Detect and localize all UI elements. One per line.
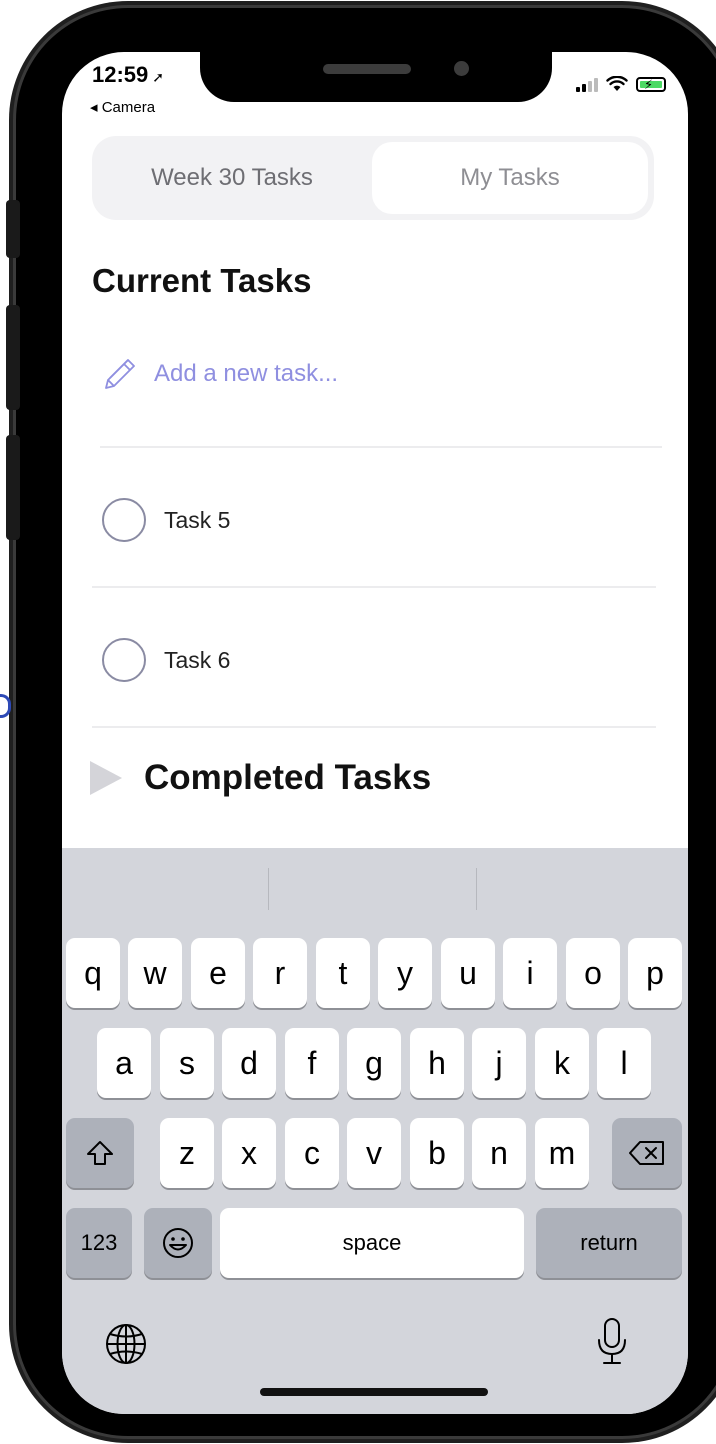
key-o[interactable]: o	[566, 938, 620, 1008]
notch	[200, 52, 552, 102]
divider	[92, 726, 656, 728]
shift-icon	[87, 1141, 113, 1165]
key-q[interactable]: q	[66, 938, 120, 1008]
key-u[interactable]: u	[441, 938, 495, 1008]
key-g[interactable]: g	[347, 1028, 401, 1098]
key-s[interactable]: s	[160, 1028, 214, 1098]
disclosure-triangle-icon	[90, 761, 122, 795]
divider	[100, 446, 662, 448]
suggestion-divider	[476, 868, 477, 910]
globe-icon[interactable]	[104, 1322, 148, 1366]
key-c[interactable]: c	[285, 1118, 339, 1188]
battery-icon: ⚡	[636, 77, 666, 92]
divider	[92, 586, 656, 588]
backspace-icon	[629, 1141, 664, 1165]
mute-switch	[6, 200, 20, 258]
home-indicator[interactable]	[260, 1388, 488, 1396]
task-label: Task 6	[164, 646, 231, 673]
task-row[interactable]: Task 5	[102, 498, 230, 542]
task-checkbox[interactable]	[102, 498, 146, 542]
emoji-icon	[163, 1228, 193, 1258]
key-p[interactable]: p	[628, 938, 682, 1008]
key-l[interactable]: l	[597, 1028, 651, 1098]
tab-week-30-tasks[interactable]: Week 30 Tasks	[92, 136, 372, 220]
status-icons: ⚡	[576, 76, 666, 92]
key-b[interactable]: b	[410, 1118, 464, 1188]
back-to-camera-link[interactable]: ◂ Camera	[90, 98, 155, 116]
task-label: Task 5	[164, 506, 231, 533]
key-d[interactable]: d	[222, 1028, 276, 1098]
phone-screen: 12:59 ➚ ◂ Camera ⚡ Week 30 Tasks My Tasks…	[62, 52, 688, 1414]
key-f[interactable]: f	[285, 1028, 339, 1098]
key-r[interactable]: r	[253, 938, 307, 1008]
space-key[interactable]: space	[220, 1208, 524, 1278]
key-m[interactable]: m	[535, 1118, 589, 1188]
task-checkbox[interactable]	[102, 638, 146, 682]
suggestion-divider	[268, 868, 269, 910]
key-e[interactable]: e	[191, 938, 245, 1008]
front-camera	[454, 61, 469, 76]
completed-tasks-toggle[interactable]: Completed Tasks	[90, 758, 431, 798]
key-v[interactable]: v	[347, 1118, 401, 1188]
volume-down-button	[6, 435, 20, 540]
key-a[interactable]: a	[97, 1028, 151, 1098]
key-i[interactable]: i	[503, 938, 557, 1008]
new-task-input[interactable]	[152, 359, 536, 389]
key-x[interactable]: x	[222, 1118, 276, 1188]
microphone-icon[interactable]	[594, 1316, 630, 1368]
key-h[interactable]: h	[410, 1028, 464, 1098]
status-bar-time: 12:59 ➚	[92, 62, 165, 87]
tab-my-tasks[interactable]: My Tasks	[372, 142, 648, 214]
key-j[interactable]: j	[472, 1028, 526, 1098]
key-t[interactable]: t	[316, 938, 370, 1008]
edge-marker	[0, 694, 11, 718]
key-y[interactable]: y	[378, 938, 432, 1008]
emoji-key[interactable]	[144, 1208, 212, 1278]
speaker-grille	[323, 64, 411, 74]
add-task-row[interactable]	[102, 356, 536, 392]
task-list-switcher: Week 30 Tasks My Tasks	[92, 136, 654, 220]
current-tasks-heading: Current Tasks	[92, 262, 312, 299]
key-n[interactable]: n	[472, 1118, 526, 1188]
keyboard: q w e r t y u i o p a s d f g h j k l z …	[62, 848, 688, 1414]
delete-key[interactable]	[612, 1118, 682, 1188]
key-w[interactable]: w	[128, 938, 182, 1008]
volume-up-button	[6, 305, 20, 410]
wifi-icon	[606, 76, 628, 91]
key-k[interactable]: k	[535, 1028, 589, 1098]
pencil-icon	[105, 359, 135, 389]
location-arrow-icon: ➚	[152, 69, 165, 85]
key-z[interactable]: z	[160, 1118, 214, 1188]
signal-icon	[576, 78, 598, 92]
task-row[interactable]: Task 6	[102, 638, 230, 682]
return-key[interactable]: return	[536, 1208, 682, 1278]
completed-tasks-heading: Completed Tasks	[144, 758, 432, 797]
shift-key[interactable]	[66, 1118, 134, 1188]
numbers-key[interactable]: 123	[66, 1208, 132, 1278]
